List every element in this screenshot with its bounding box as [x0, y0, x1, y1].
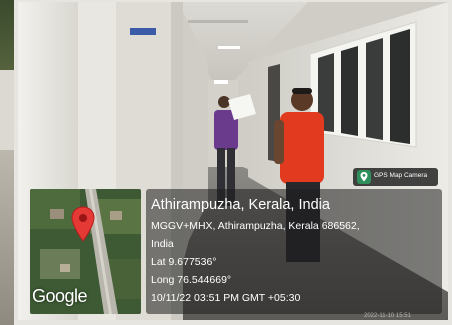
location-title: Athirampuzha, Kerala, India: [151, 197, 330, 213]
google-logo: Google: [32, 286, 88, 306]
adjacent-photo-strip: [0, 0, 14, 325]
location-pin-icon: [71, 206, 95, 242]
map-pin-icon: [357, 170, 371, 184]
app-badge-label: GPS Map Camera: [374, 172, 428, 179]
watermark: 2022-11-10 15:51: [364, 313, 411, 319]
address-line-2: India: [151, 238, 174, 250]
latitude: Lat 9.677536°: [151, 256, 217, 268]
address-line-1: MGGV+MHX, Athirampuzha, Kerala 686562,: [151, 220, 360, 232]
timestamp: 10/11/22 03:51 PM GMT +05:30: [151, 292, 301, 304]
longitude: Long 76.544669°: [151, 274, 232, 286]
